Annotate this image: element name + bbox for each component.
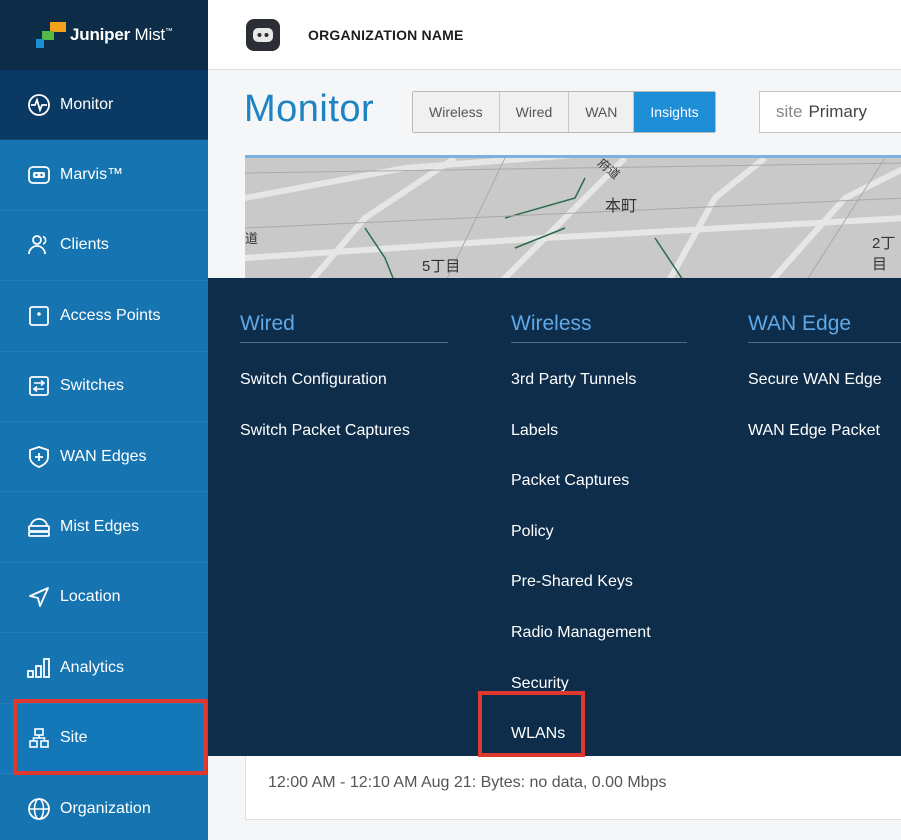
sidebar-item-label: Monitor — [60, 95, 114, 113]
tab-wireless[interactable]: Wireless — [413, 92, 500, 132]
map-label: 道 — [245, 231, 259, 246]
access-point-icon — [26, 303, 52, 329]
sidebar-item-switches[interactable]: Switches — [0, 352, 208, 422]
marvis-avatar-icon[interactable] — [246, 18, 280, 51]
sidebar-item-label: Location — [60, 588, 121, 606]
menu-item-switch-configuration[interactable]: Switch Configuration — [240, 355, 448, 406]
sidebar-item-monitor[interactable]: Monitor — [0, 70, 208, 141]
highlight-wlans-box — [478, 691, 585, 757]
menu-item-labels[interactable]: Labels — [511, 406, 687, 457]
menu-item-wan-edge-packet[interactable]: WAN Edge Packet — [748, 406, 901, 457]
menu-item-policy[interactable]: Policy — [511, 507, 687, 558]
sidebar-item-label: Switches — [60, 377, 125, 395]
sidebar-item-mist-edges[interactable]: Mist Edges — [0, 492, 208, 563]
sidebar-item-label: Access Points — [60, 306, 161, 324]
sidebar-item-label: Mist Edges — [60, 518, 140, 536]
sidebar-item-label: Marvis™ — [60, 166, 124, 184]
wan-edge-icon — [26, 444, 52, 470]
map-label: 2丁目 — [872, 235, 896, 273]
sidebar-item-location[interactable]: Location — [0, 563, 208, 634]
map-roads — [245, 158, 901, 280]
map-label: 5丁目 — [422, 258, 461, 275]
location-icon — [26, 584, 52, 610]
site-selector-key: site — [776, 102, 803, 121]
marvis-icon — [26, 162, 52, 188]
menu-column-wan-edge: WAN Edge Secure WAN Edge WAN Edge Packet — [748, 312, 901, 456]
site-selector-value: Primary — [808, 102, 868, 121]
sidebar-item-organization[interactable]: Organization — [0, 774, 208, 840]
tab-wired[interactable]: Wired — [499, 92, 570, 132]
site-flyout-menu: Wired Switch Configuration Switch Packet… — [208, 278, 901, 756]
juniper-logo-icon — [36, 22, 66, 48]
sidebar-item-label: Organization — [60, 799, 151, 817]
sidebar-item-wan-edges[interactable]: WAN Edges — [0, 422, 208, 493]
sidebar-item-label: WAN Edges — [60, 447, 147, 465]
menu-item-radio-management[interactable]: Radio Management — [511, 608, 687, 659]
mist-edge-icon — [26, 514, 52, 540]
sidebar-item-marvis[interactable]: Marvis™ — [0, 140, 208, 211]
tab-insights[interactable]: Insights — [634, 92, 715, 132]
menu-heading-wireless: Wireless — [511, 312, 687, 343]
sidebar-item-clients[interactable]: Clients — [0, 211, 208, 282]
menu-heading-wan-edge: WAN Edge — [748, 312, 901, 343]
menu-item-switch-packet-captures[interactable]: Switch Packet Captures — [240, 406, 448, 457]
organization-icon — [26, 796, 52, 822]
sidebar-item-analytics[interactable]: Analytics — [0, 633, 208, 704]
highlight-site-box — [13, 699, 207, 775]
brand-name: Juniper Mist™ — [70, 25, 173, 44]
org-name[interactable]: ORGANIZATION NAME — [308, 27, 464, 43]
logo[interactable]: Juniper Mist™ — [0, 0, 208, 70]
clients-icon — [26, 232, 52, 258]
menu-column-wired: Wired Switch Configuration Switch Packet… — [240, 312, 448, 456]
menu-item-secure-wan-edge[interactable]: Secure WAN Edge — [748, 355, 901, 406]
tab-wan[interactable]: WAN — [569, 92, 635, 132]
analytics-icon — [26, 655, 52, 681]
sidebar-item-label: Clients — [60, 236, 109, 254]
site-selector[interactable]: site Primary — [759, 91, 901, 133]
site-map[interactable]: 本町 5丁目 2丁目 道 府道 — [245, 155, 901, 280]
bytes-summary: 12:00 AM - 12:10 AM Aug 21: Bytes: no da… — [268, 774, 667, 791]
monitor-tabs: Wireless Wired WAN Insights — [412, 91, 716, 133]
top-bar: ORGANIZATION NAME — [208, 0, 901, 70]
menu-item-pre-shared-keys[interactable]: Pre-Shared Keys — [511, 557, 687, 608]
menu-item-packet-captures[interactable]: Packet Captures — [511, 456, 687, 507]
menu-heading-wired: Wired — [240, 312, 448, 343]
sidebar-item-label: Analytics — [60, 658, 125, 676]
map-label: 本町 — [605, 198, 638, 215]
menu-item-3rd-party-tunnels[interactable]: 3rd Party Tunnels — [511, 355, 687, 406]
page-title: Monitor — [244, 88, 375, 130]
sidebar-item-access-points[interactable]: Access Points — [0, 281, 208, 352]
switch-icon — [26, 373, 52, 399]
monitor-icon — [26, 92, 52, 118]
